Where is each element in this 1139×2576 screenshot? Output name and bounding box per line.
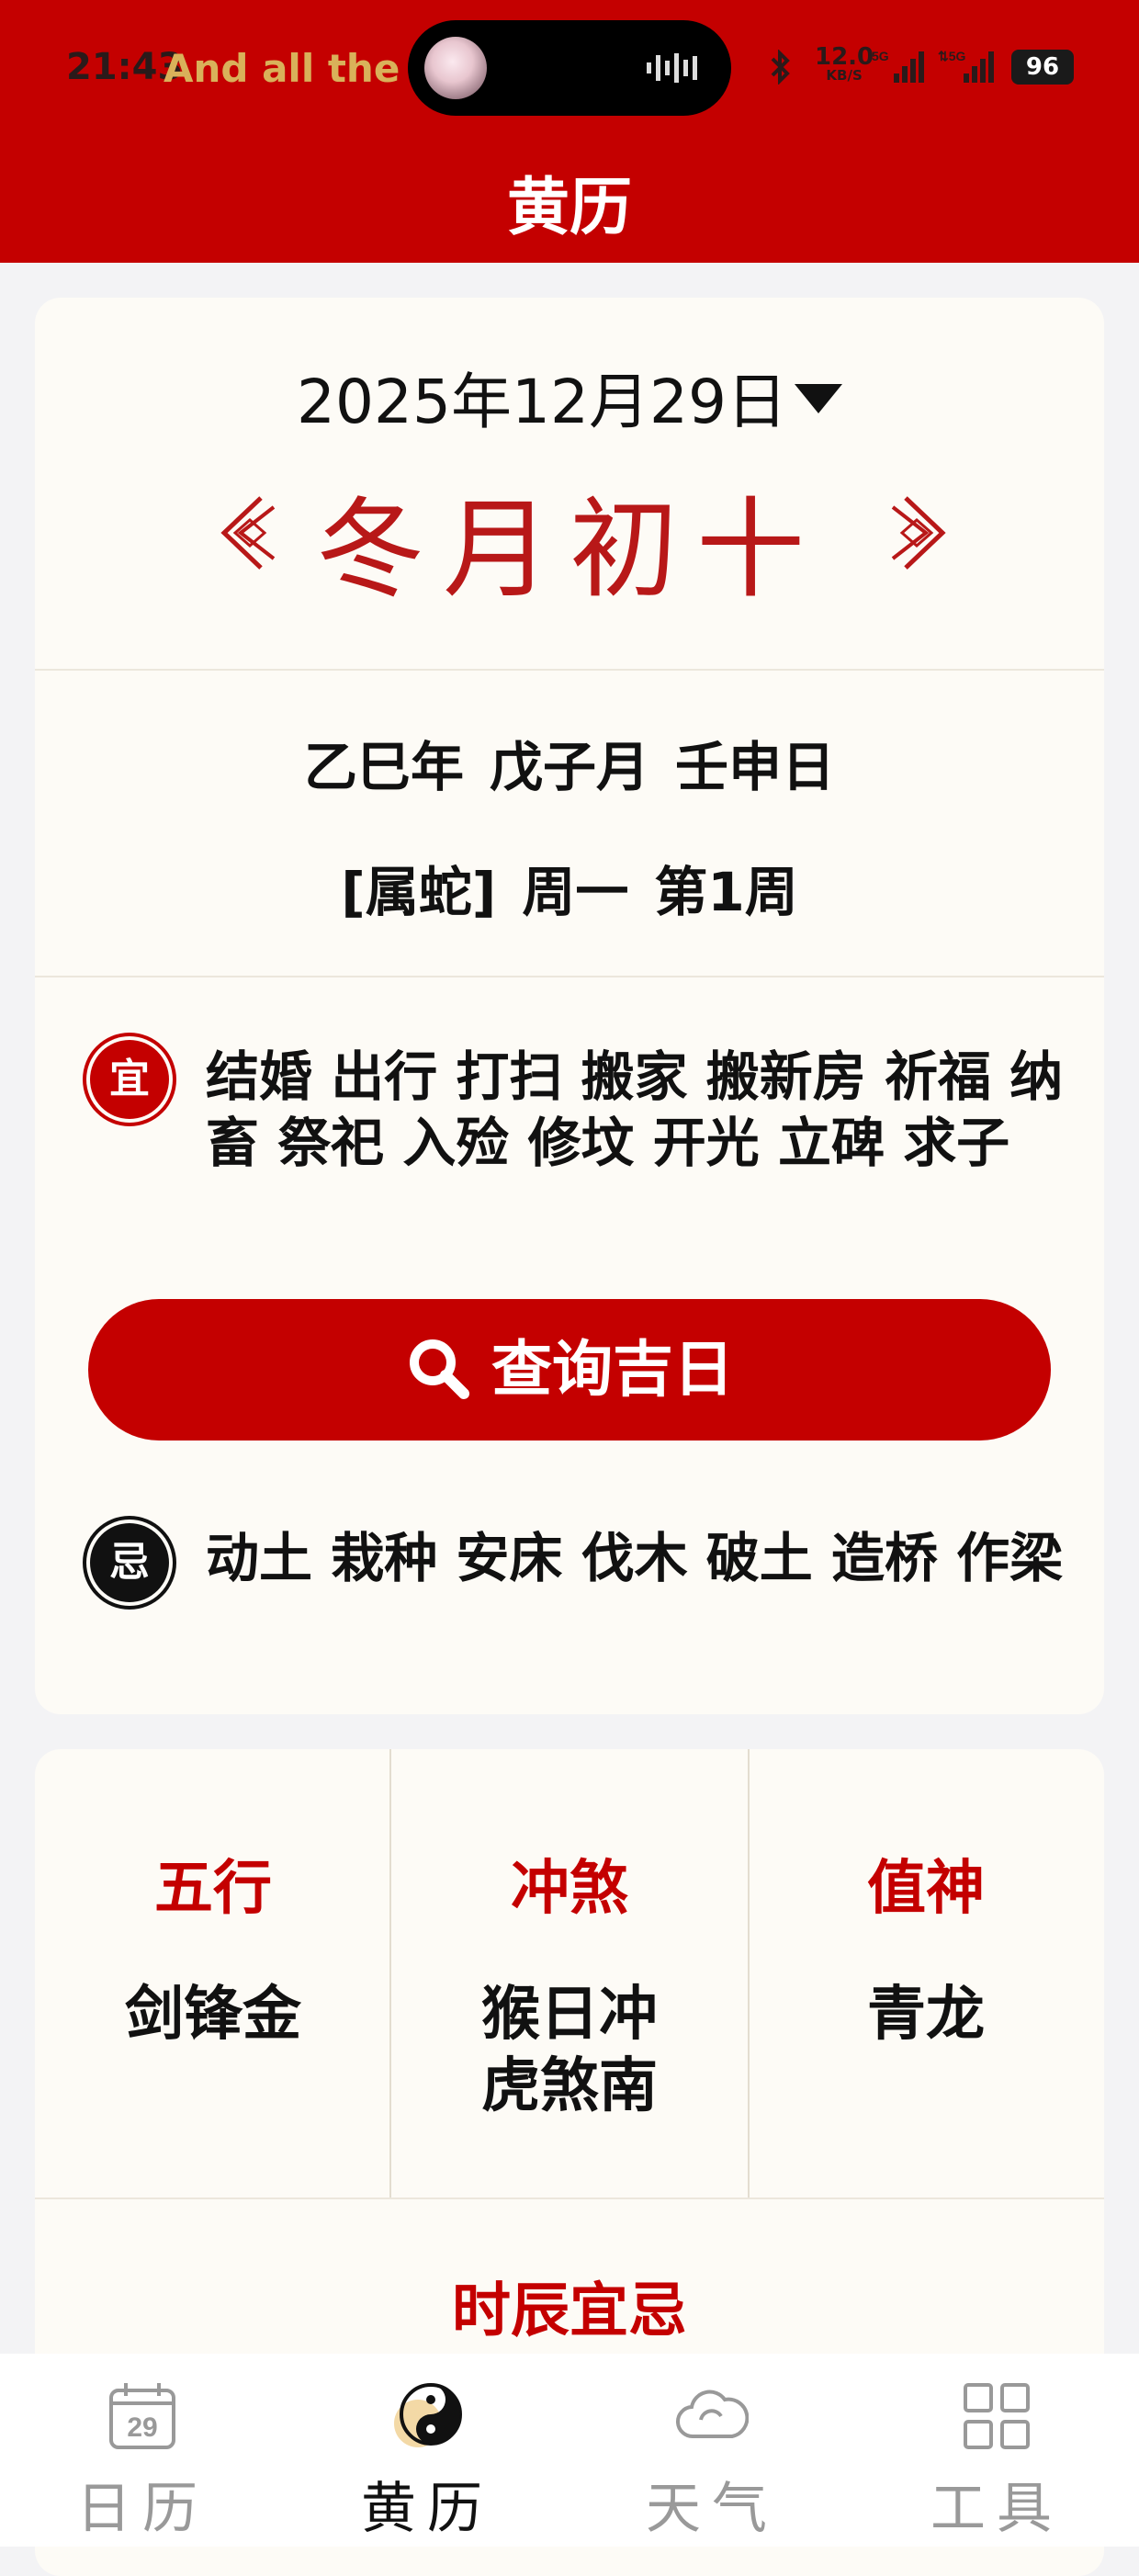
album-art-icon xyxy=(424,37,487,99)
week-info-row: [属蛇] 周一 第1周 xyxy=(35,849,1104,926)
divider xyxy=(35,669,1104,671)
date-picker[interactable]: 2025年12月29日 xyxy=(35,353,1104,441)
svg-text:⇅5G: ⇅5G xyxy=(938,49,966,63)
caret-down-icon xyxy=(794,384,842,413)
yinyang-icon xyxy=(394,2383,462,2447)
audio-wave-icon xyxy=(647,53,697,83)
hour-almanac-title: 时辰宜忌 xyxy=(452,2277,687,2345)
svg-text:5G: 5G xyxy=(872,49,889,63)
chongsha-column[interactable]: 冲煞 猴日冲虎煞南 xyxy=(391,1749,748,2198)
tab-almanac[interactable]: 黄历 xyxy=(285,2354,570,2547)
tab-almanac-label: 黄历 xyxy=(361,2477,493,2541)
tab-weather[interactable]: 天气 xyxy=(570,2354,854,2547)
ganzhi-year: 乙巳年 xyxy=(303,736,464,798)
divider xyxy=(35,976,1104,977)
suitable-activities: 结婚 出行 打扫 搬家 搬新房 祈福 纳畜 祭祀 入殓 修坟 开光 立碑 求子 xyxy=(206,1045,1064,1174)
tab-weather-label: 天气 xyxy=(646,2477,778,2541)
page-title: 黄历 xyxy=(506,172,632,244)
divider xyxy=(35,2198,1104,2199)
status-icons: 12.0 KB/S 5G ⇅5G 96 xyxy=(767,45,1079,86)
now-playing-text: And all the o xyxy=(164,46,440,91)
next-day-arrow-icon[interactable] xyxy=(871,487,959,579)
ganzhi-day: 壬申日 xyxy=(675,736,836,798)
almanac-card: 2025年12月29日 冬月初十 乙巳年 戊子月 壬申日 [属蛇] 周一 第1周 宜 结… xyxy=(35,298,1104,1714)
calendar-icon-day: 29 xyxy=(127,2412,157,2443)
week-number: 第1周 xyxy=(654,861,798,923)
calendar-icon: 29 xyxy=(109,2383,175,2449)
tab-tools-label: 工具 xyxy=(930,2477,1063,2541)
app-header: 21:43 And all the o 12.0 KB/S 5G ⇅5G 96 … xyxy=(0,0,1139,263)
signal-5g-icon: ⇅5G xyxy=(938,49,994,83)
signal-5g-icon: 5G xyxy=(872,49,924,83)
zodiac: [属蛇] xyxy=(341,861,497,923)
query-lucky-day-button[interactable]: 查询吉日 xyxy=(88,1299,1051,1441)
search-icon xyxy=(410,1339,469,1399)
chongsha-value: 猴日冲虎煞南 xyxy=(481,1981,658,2120)
chongsha-heading: 冲煞 xyxy=(511,1855,628,1923)
ji-badge-icon: 忌 xyxy=(90,1523,169,1602)
weekday: 周一 xyxy=(522,861,629,923)
cloud-icon xyxy=(676,2390,749,2439)
tab-calendar-label: 日历 xyxy=(76,2477,209,2541)
status-bar: 21:43 And all the o 12.0 KB/S 5G ⇅5G 96 xyxy=(0,0,1139,138)
bluetooth-icon xyxy=(771,50,790,85)
wuxing-column[interactable]: 五行 剑锋金 xyxy=(35,1749,391,2198)
lunar-date-row: 冬月初十 xyxy=(35,461,1104,613)
tab-tools[interactable]: 工具 xyxy=(854,2354,1139,2547)
grid-icon xyxy=(964,2383,1030,2449)
battery-icon: 96 xyxy=(1011,50,1074,85)
wuxing-value: 剑锋金 xyxy=(125,1981,301,2049)
yi-badge-label: 宜 xyxy=(109,1056,150,1102)
ji-badge-label: 忌 xyxy=(109,1539,150,1586)
dynamic-island[interactable] xyxy=(408,20,731,116)
query-button-label: 查询吉日 xyxy=(491,1334,734,1405)
ganzhi-row: 乙巳年 戊子月 壬申日 xyxy=(35,724,1104,801)
bottom-tab-bar: 29 日历 黄历 天气 工具 xyxy=(0,2354,1139,2547)
zhishen-column[interactable]: 值神 青龙 xyxy=(748,1749,1104,2198)
network-speed: 12.0 KB/S xyxy=(815,45,874,83)
wuxing-heading: 五行 xyxy=(154,1855,272,1923)
tab-calendar[interactable]: 29 日历 xyxy=(0,2354,285,2547)
selected-date: 2025年12月29日 xyxy=(297,367,787,437)
zhishen-heading: 值神 xyxy=(867,1855,985,1923)
yi-badge-icon: 宜 xyxy=(90,1040,169,1119)
ganzhi-month: 戊子月 xyxy=(489,736,649,798)
zhishen-value: 青龙 xyxy=(867,1981,985,2049)
avoid-activities: 动土 栽种 安床 伐木 破土 造桥 作梁 xyxy=(206,1527,1064,1589)
